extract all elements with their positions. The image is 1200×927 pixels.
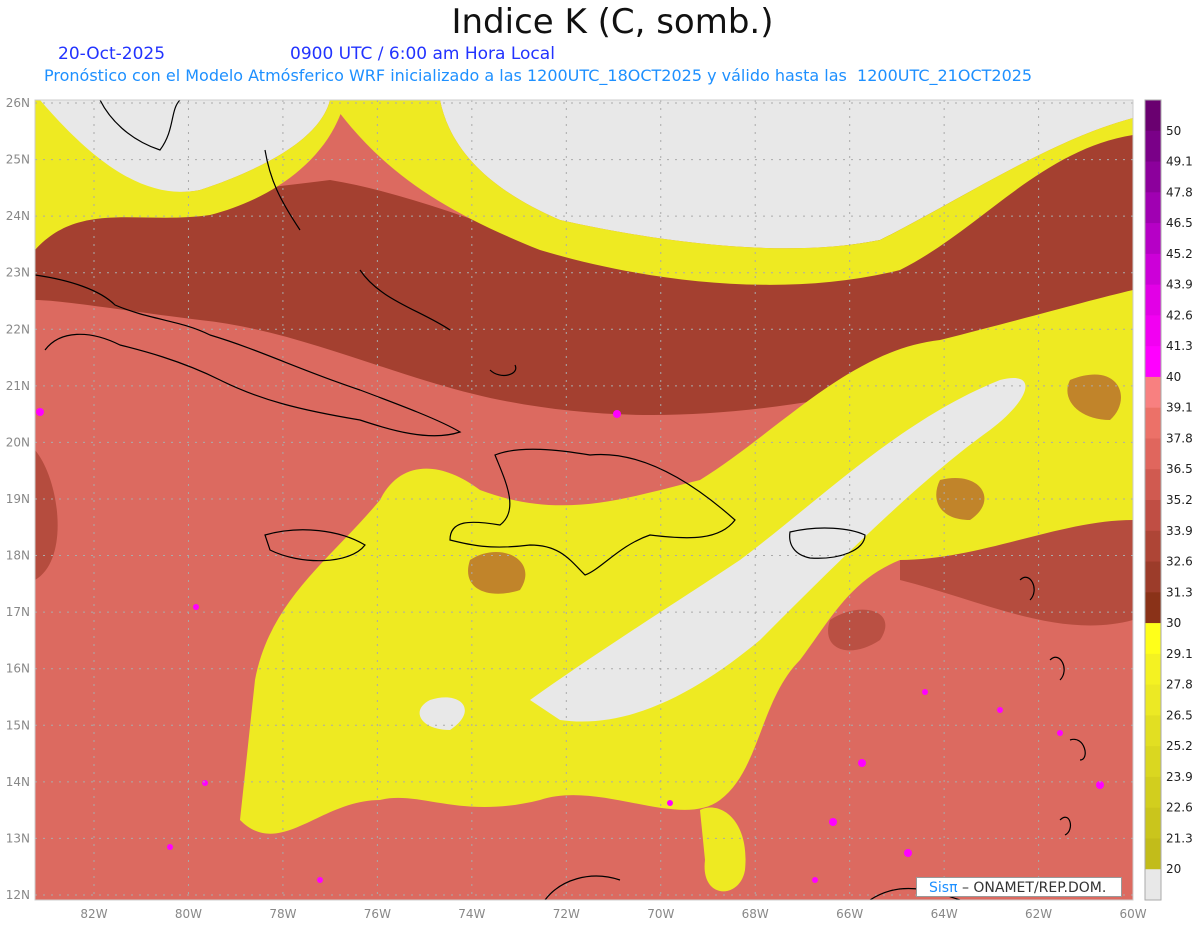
lat-tick-label: 17N — [6, 605, 30, 619]
colorbar-label: 36.5 — [1166, 462, 1193, 476]
colorbar-swatch — [1145, 561, 1161, 593]
k-index-map: 12N 13N 14N 15N 16N 17N 18N 19N 20N 21N 22N 23N 24N 2… — [6, 96, 1193, 921]
colorbar-label: 25.2 — [1166, 739, 1193, 753]
colorbar-label: 23.9 — [1166, 770, 1193, 784]
colorbar-swatch — [1145, 407, 1161, 439]
lat-tick-label: 14N — [6, 775, 30, 789]
colorbar-swatch — [1145, 592, 1161, 624]
lat-tick-label: 16N — [6, 662, 30, 676]
lon-tick-label: 82W — [80, 907, 107, 921]
colorbar-swatch — [1145, 530, 1161, 563]
colorbar-label: 26.5 — [1166, 708, 1193, 722]
lat-tick-label: 21N — [6, 379, 30, 393]
lat-tick-label: 18N — [6, 549, 30, 563]
colorbar-swatch — [1145, 253, 1161, 286]
colorbar-swatch — [1145, 500, 1161, 532]
lat-tick-label: 24N — [6, 209, 30, 223]
colorbar-label: 30 — [1166, 616, 1181, 630]
colorbar-swatch — [1145, 223, 1161, 255]
lon-tick-label: 60W — [1119, 907, 1146, 921]
colorbar-label: 20 — [1166, 862, 1181, 876]
lon-tick-label: 72W — [553, 907, 580, 921]
colorbar-label: 22.6 — [1166, 801, 1193, 815]
lon-tick-label: 68W — [742, 907, 769, 921]
lat-tick-label: 13N — [6, 831, 30, 845]
colorbar-label: 32.6 — [1166, 555, 1193, 569]
credit-brand: Sisπ — [929, 880, 958, 896]
colorbar-label: 42.6 — [1166, 308, 1193, 322]
credit-text: – ONAMET/REP.DOM. — [957, 880, 1107, 896]
lat-tick-label: 19N — [6, 492, 30, 506]
colorbar-label: 43.9 — [1166, 278, 1193, 292]
lon-tick-label: 70W — [647, 907, 674, 921]
colorbar-swatch — [1145, 100, 1161, 132]
colorbar-swatch — [1145, 623, 1161, 655]
colorbar-label: 41.3 — [1166, 339, 1193, 353]
colorbar-label: 35.2 — [1166, 493, 1193, 507]
colorbar-label: 33.9 — [1166, 524, 1193, 538]
lon-tick-label: 80W — [175, 907, 202, 921]
colorbar-swatch — [1145, 807, 1161, 839]
colorbar-label: 45.2 — [1166, 247, 1193, 261]
lon-tick-label: 76W — [364, 907, 391, 921]
colorbar-swatch — [1145, 438, 1161, 470]
lon-tick-label: 78W — [269, 907, 296, 921]
colorbar-swatch — [1145, 192, 1161, 224]
colorbar-label: 31.3 — [1166, 585, 1193, 599]
colorbar-swatch — [1145, 284, 1161, 316]
colorbar-swatch — [1145, 161, 1161, 193]
colorbar-label: 27.8 — [1166, 678, 1193, 692]
colorbar-swatch — [1145, 130, 1161, 163]
colorbar-swatch — [1145, 869, 1161, 901]
colorbar-label: 49.1 — [1166, 155, 1193, 169]
colorbar-swatch — [1145, 715, 1161, 747]
colorbar: 50 49.1 47.8 46.5 45.2 43.9 42.6 41.3 40 39.1 37.8… — [1144, 99, 1193, 901]
lat-tick-label: 25N — [6, 153, 30, 167]
lat-tick-label: 22N — [6, 322, 30, 336]
credit-box: Sisπ – ONAMET/REP.DOM. — [916, 877, 1122, 897]
lon-tick-label: 74W — [458, 907, 485, 921]
lat-tick-label: 12N — [6, 888, 30, 902]
lon-tick-label: 66W — [836, 907, 863, 921]
colorbar-label: 47.8 — [1166, 185, 1193, 199]
colorbar-label: 29.1 — [1166, 647, 1193, 661]
lat-tick-label: 23N — [6, 266, 30, 280]
lon-tick-label: 64W — [931, 907, 958, 921]
lat-tick-label: 20N — [6, 435, 30, 449]
colorbar-label: 39.1 — [1166, 401, 1193, 415]
lat-tick-label: 26N — [6, 96, 30, 110]
map-field — [35, 100, 1133, 900]
colorbar-swatch — [1145, 838, 1161, 870]
colorbar-swatch — [1145, 653, 1161, 686]
lon-tick-label: 62W — [1025, 907, 1052, 921]
colorbar-swatch — [1145, 776, 1161, 809]
colorbar-label: 37.8 — [1166, 431, 1193, 445]
colorbar-label: 40 — [1166, 370, 1181, 384]
colorbar-swatch — [1145, 346, 1161, 378]
colorbar-swatch — [1145, 469, 1161, 501]
colorbar-swatch — [1145, 684, 1161, 716]
colorbar-label: 46.5 — [1166, 216, 1193, 230]
colorbar-swatch — [1145, 376, 1161, 409]
colorbar-label: 50 — [1166, 124, 1181, 138]
colorbar-label: 21.3 — [1166, 831, 1193, 845]
colorbar-swatch — [1145, 315, 1161, 347]
lat-tick-label: 15N — [6, 718, 30, 732]
colorbar-swatch — [1145, 746, 1161, 778]
